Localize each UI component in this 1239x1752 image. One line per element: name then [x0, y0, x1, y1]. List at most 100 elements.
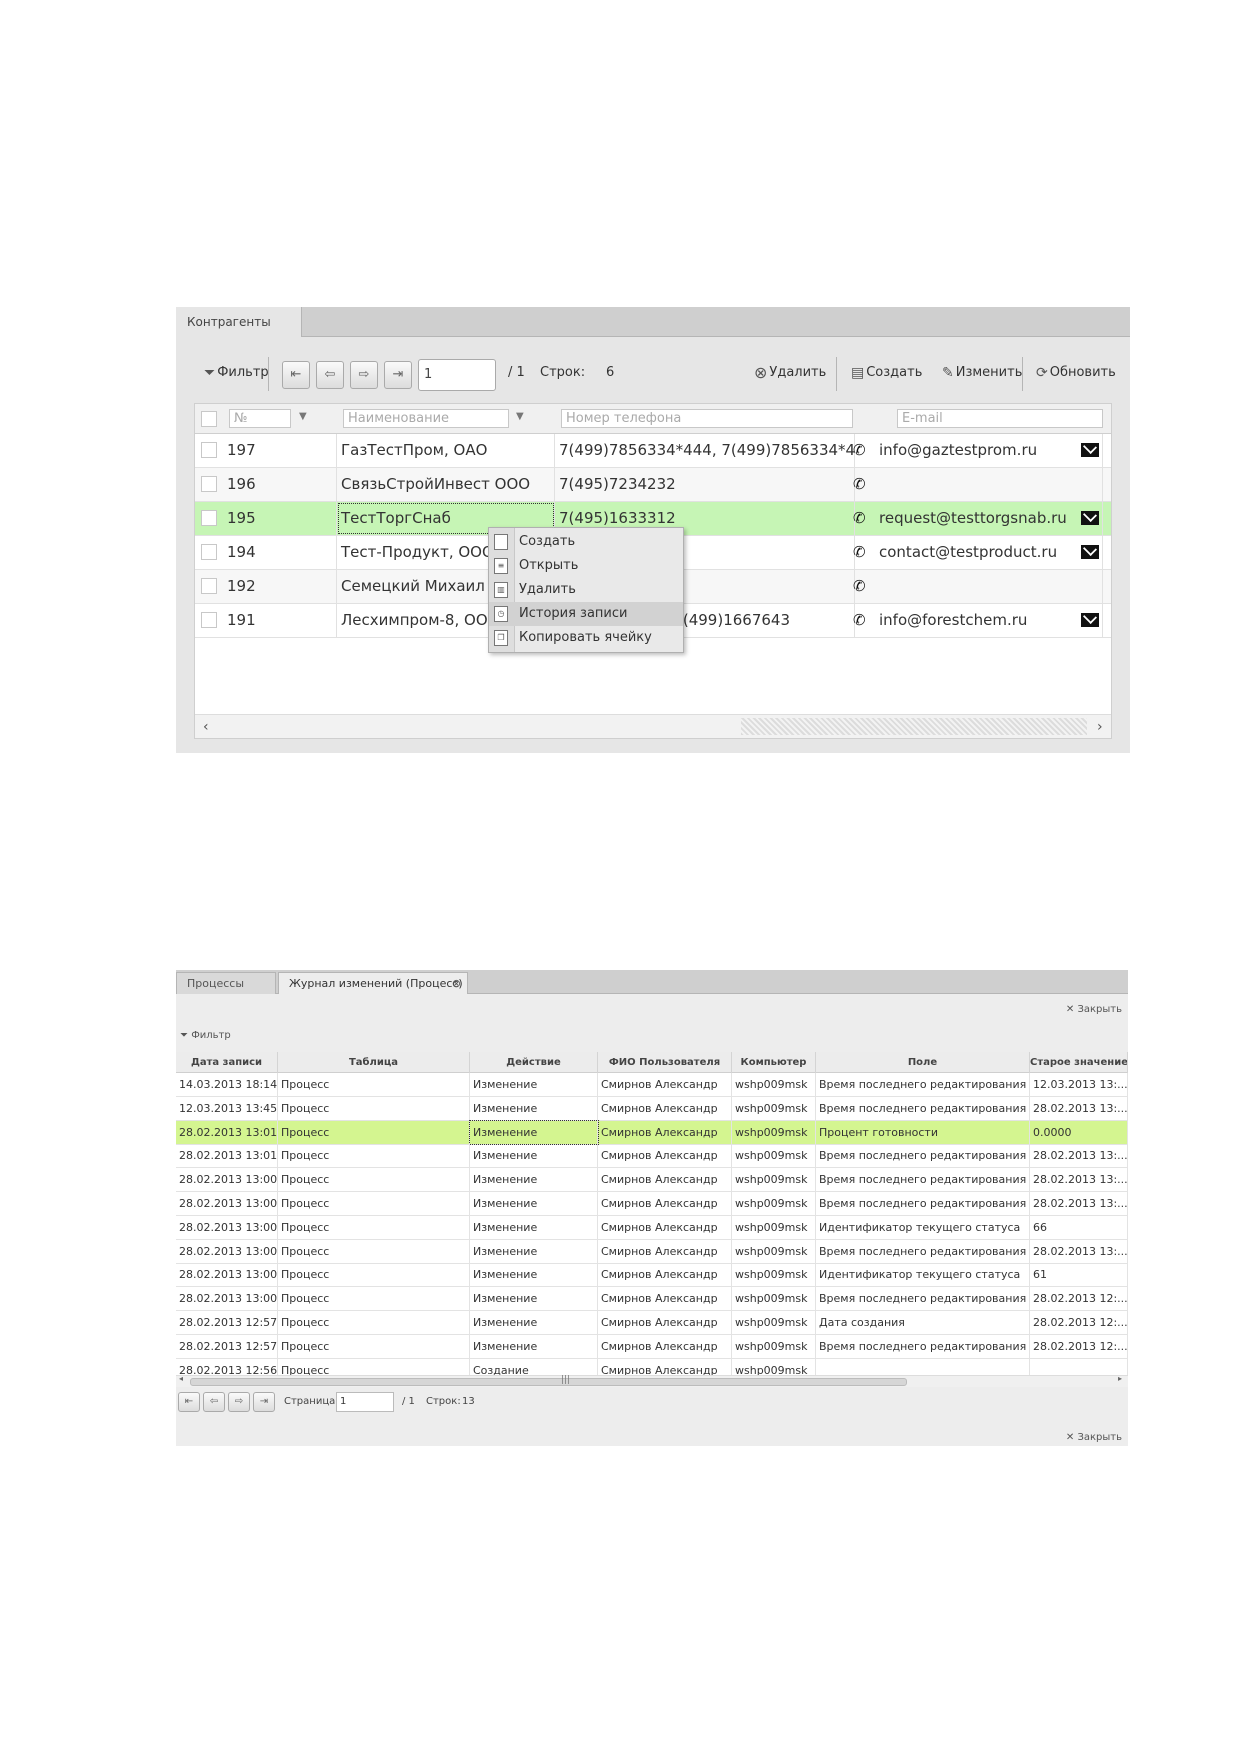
phone-icon[interactable]: ✆: [853, 434, 866, 467]
page-number-input[interactable]: 1: [418, 359, 496, 391]
prev-page-button[interactable]: ⇦: [203, 1392, 225, 1412]
menu-item-label: История записи: [519, 606, 628, 621]
column-header-old-value[interactable]: Старое значение: [1030, 1052, 1128, 1073]
num-cell: 194: [223, 536, 337, 569]
table-row-selected[interactable]: 28.02.2013 13:01 Процесс Изменение Смирнов …: [176, 1119, 1128, 1145]
next-page-button[interactable]: ⇨: [350, 361, 378, 389]
table-row[interactable]: 14.03.2013 18:14 Процесс Изменение Смирнов …: [176, 1073, 1128, 1097]
email-cell: info@gaztestprom.ru: [875, 434, 1103, 467]
chevron-down-icon[interactable]: ▼: [516, 411, 524, 422]
toolbar-separator: [836, 357, 837, 391]
prev-page-button[interactable]: ⇦: [316, 361, 344, 389]
refresh-button[interactable]: ⟳ Обновить: [1036, 359, 1130, 387]
table-row[interactable]: 197 ГазТестПром, ОАО 7(499)7856334*444, …: [195, 434, 1111, 468]
table-cell: Процесс: [278, 1334, 470, 1358]
scrollbar-thumb[interactable]: [741, 718, 1087, 735]
menu-item-copy-cell[interactable]: ❐ Копировать ячейку: [489, 626, 683, 650]
close-button-bottom[interactable]: ✕ Закрыть: [1066, 1432, 1122, 1443]
phone-icon[interactable]: ✆: [853, 468, 866, 501]
menu-item-label: Создать: [519, 534, 576, 549]
scroll-right-icon[interactable]: ›: [1097, 715, 1103, 738]
close-button-top[interactable]: ✕ Закрыть: [1066, 1004, 1122, 1015]
menu-item-open[interactable]: ≡ Открыть: [489, 554, 683, 578]
table-cell: Процесс: [278, 1096, 470, 1120]
chevron-down-icon[interactable]: ▼: [299, 411, 307, 422]
horizontal-scrollbar[interactable]: ◂ ||| ▸: [176, 1374, 1128, 1387]
row-checkbox[interactable]: [201, 578, 217, 594]
phone-filter-input[interactable]: Номер телефона: [561, 409, 853, 428]
menu-item-create[interactable]: Создать: [489, 530, 683, 554]
horizontal-scrollbar[interactable]: ‹ ›: [195, 714, 1111, 738]
create-button[interactable]: ▤ Создать: [851, 359, 922, 387]
filter-button[interactable]: ⏷ Фильтр: [180, 1030, 231, 1041]
filter-icon: ⏷: [180, 1030, 188, 1041]
row-checkbox[interactable]: [201, 510, 217, 526]
table-row[interactable]: 28.02.2013 13:01 Процесс Изменение Смирнов …: [176, 1144, 1128, 1169]
scroll-right-icon[interactable]: ▸: [1118, 1374, 1122, 1383]
mail-icon[interactable]: [1081, 545, 1099, 559]
next-page-button[interactable]: ⇨: [228, 1392, 250, 1412]
phone-icon[interactable]: ✆: [853, 536, 866, 569]
table-row[interactable]: 28.02.2013 13:00 Процесс Изменение Смирнов …: [176, 1192, 1128, 1216]
table-row[interactable]: 28.02.2013 12:57 Процесс Изменение Смирнов …: [176, 1311, 1128, 1335]
user-cell: Смирнов Александр: [598, 1096, 732, 1120]
arrow-left-icon: ⇦: [324, 367, 336, 382]
column-header-field[interactable]: Поле: [816, 1052, 1030, 1073]
tab-change-log[interactable]: Журнал изменений (Процесс) ⊗: [278, 972, 468, 994]
menu-item-delete[interactable]: ▥ Удалить: [489, 578, 683, 602]
row-checkbox[interactable]: [201, 544, 217, 560]
name-filter-input[interactable]: Наименование: [343, 409, 509, 428]
scroll-left-icon[interactable]: ‹: [203, 715, 209, 738]
table-row[interactable]: 12.03.2013 13:45 Процесс Изменение Смирнов …: [176, 1096, 1128, 1121]
scrollbar-thumb[interactable]: |||: [190, 1375, 907, 1386]
table-cell: Процесс: [278, 1120, 470, 1144]
delete-button[interactable]: ⊗ Удалить: [754, 359, 826, 387]
field-cell: Время последнего редактирования: [816, 1096, 1030, 1120]
tab-processes[interactable]: Процессы: [176, 972, 276, 994]
phone-cell: 7(495)7234232: [555, 468, 855, 501]
select-all-checkbox[interactable]: [201, 411, 217, 427]
new-document-icon: ▤: [851, 365, 865, 381]
tab-contractors[interactable]: Контрагенты: [176, 307, 302, 337]
phone-icon[interactable]: ✆: [853, 502, 866, 535]
phone-icon[interactable]: ✆: [853, 570, 866, 603]
action-cell: Изменение: [470, 1144, 598, 1168]
table-row[interactable]: 28.02.2013 13:00 Процесс Изменение Смирнов …: [176, 1287, 1128, 1312]
close-tab-icon[interactable]: ⊗: [452, 973, 461, 995]
edit-button[interactable]: ✎ Изменить: [942, 359, 1022, 387]
page-number-input[interactable]: 1: [336, 1392, 394, 1412]
column-header-table[interactable]: Таблица: [278, 1052, 470, 1073]
table-row[interactable]: 196 СвязьСтройИнвест ООО 7(495)7234232 ✆: [195, 468, 1111, 502]
scroll-left-icon[interactable]: ◂: [179, 1374, 183, 1383]
table-cell: Процесс: [278, 1168, 470, 1192]
last-page-button[interactable]: ⇥: [253, 1392, 275, 1412]
last-page-icon: ⇥: [259, 1396, 269, 1407]
old-value-cell: 28.02.2013 13:...: [1030, 1144, 1128, 1168]
table-row[interactable]: 28.02.2013 13:00 Процесс Изменение Смирнов …: [176, 1239, 1128, 1264]
row-checkbox[interactable]: [201, 476, 217, 492]
column-header-date[interactable]: Дата записи: [176, 1052, 278, 1073]
menu-item-history[interactable]: ◷ История записи: [489, 602, 683, 626]
table-row[interactable]: 28.02.2013 12:57 Процесс Изменение Смирнов …: [176, 1334, 1128, 1359]
first-page-button[interactable]: ⇤: [178, 1392, 200, 1412]
grid-header: Дата записи Таблица Действие ФИО Пользов…: [176, 1052, 1128, 1073]
email-cell: [875, 468, 1103, 501]
column-header-user[interactable]: ФИО Пользователя: [598, 1052, 732, 1073]
email-filter-input[interactable]: E-mail: [897, 409, 1103, 428]
first-page-button[interactable]: ⇤: [282, 361, 310, 389]
row-checkbox[interactable]: [201, 442, 217, 458]
last-page-button[interactable]: ⇥: [384, 361, 412, 389]
row-checkbox[interactable]: [201, 612, 217, 628]
phone-icon[interactable]: ✆: [853, 604, 866, 637]
filter-button[interactable]: ⏷ Фильтр: [204, 359, 269, 387]
table-row[interactable]: 28.02.2013 13:00 Процесс Изменение Смирнов …: [176, 1263, 1128, 1288]
table-row[interactable]: 28.02.2013 13:00 Процесс Изменение Смирнов …: [176, 1215, 1128, 1240]
mail-icon[interactable]: [1081, 511, 1099, 525]
num-filter-input[interactable]: №: [229, 409, 291, 428]
mail-icon[interactable]: [1081, 443, 1099, 457]
table-row[interactable]: 28.02.2013 13:00 Процесс Изменение Смирнов …: [176, 1168, 1128, 1193]
column-header-computer[interactable]: Компьютер: [732, 1052, 816, 1073]
column-header-action[interactable]: Действие: [470, 1052, 598, 1073]
num-cell: 196: [223, 468, 337, 501]
mail-icon[interactable]: [1081, 613, 1099, 627]
